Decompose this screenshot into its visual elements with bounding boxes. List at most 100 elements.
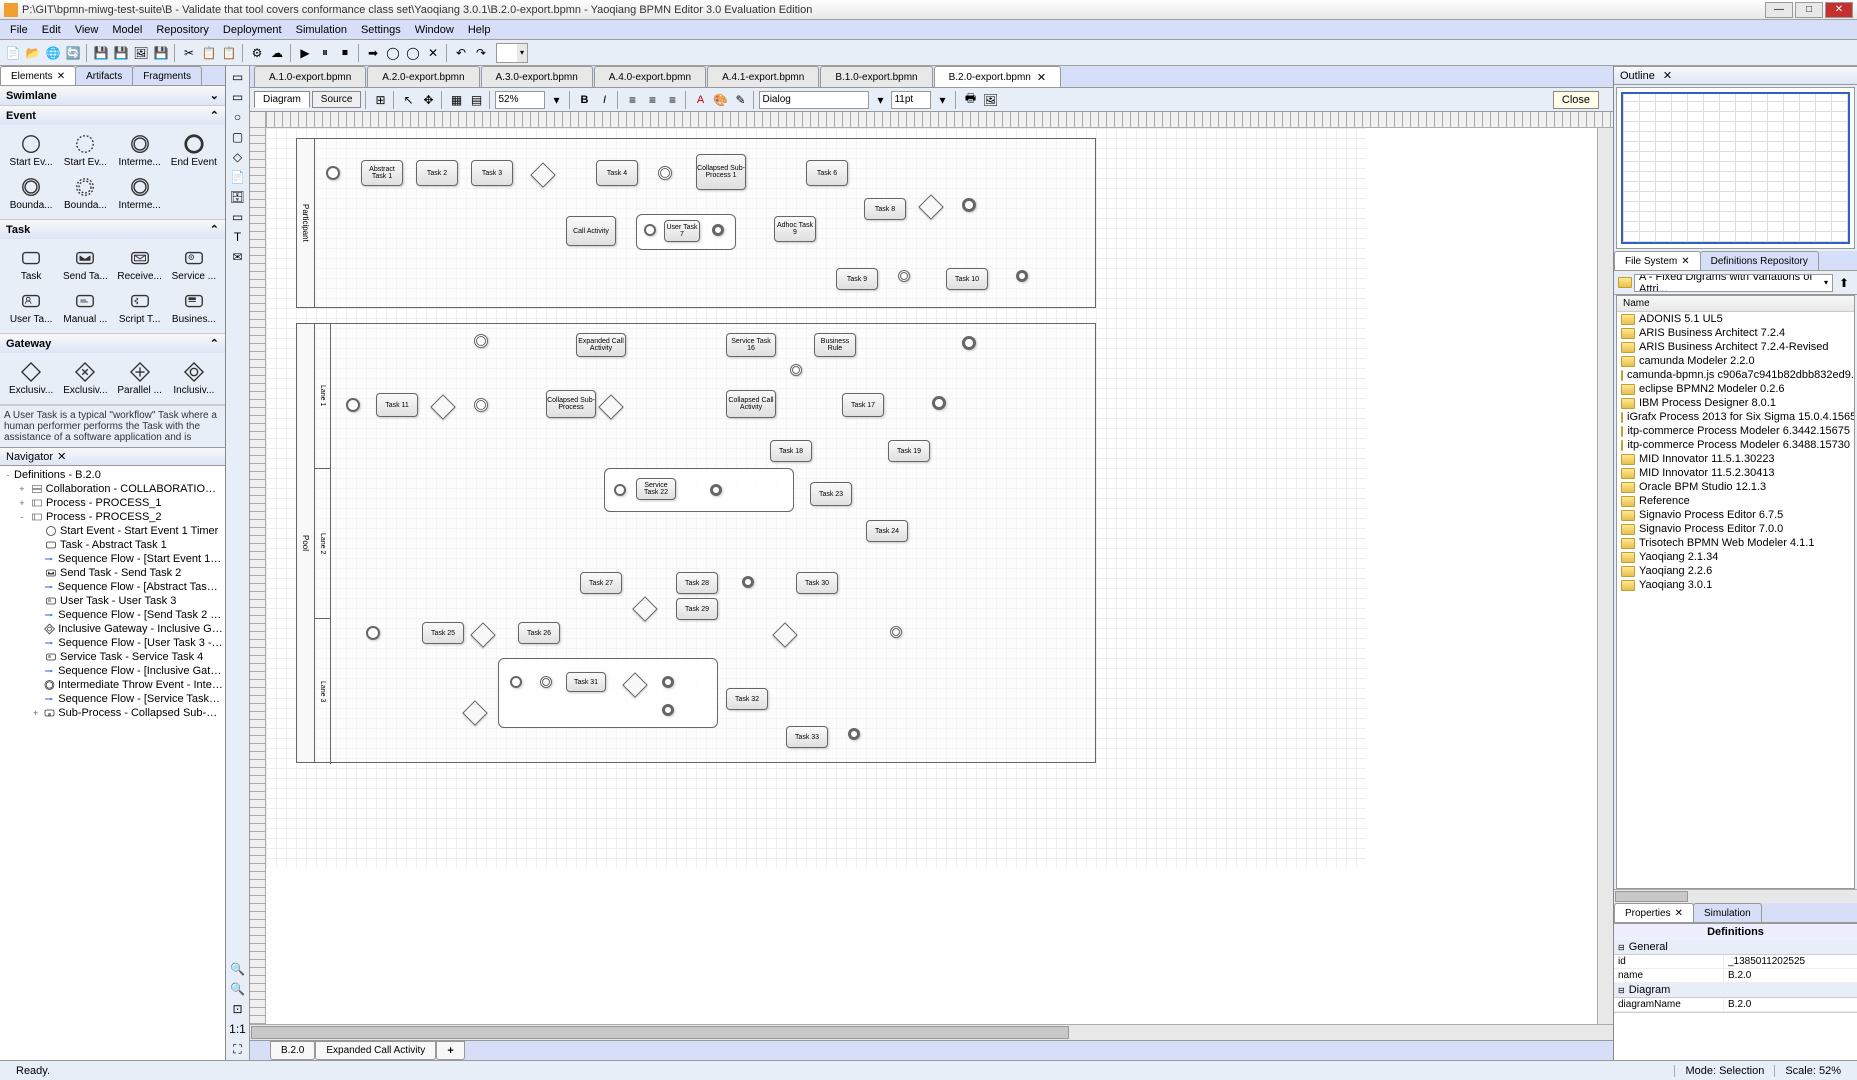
tab-close-icon[interactable]: ✕ (57, 71, 65, 82)
call-activity-node[interactable]: Collapsed Call Activity (726, 390, 776, 418)
palette-item[interactable]: Manual ... (58, 286, 112, 329)
task-node[interactable]: Task 28 (676, 572, 718, 594)
snap-icon[interactable]: ▦ (447, 91, 465, 109)
task-node[interactable]: Task 4 (596, 160, 638, 186)
close-window-button[interactable]: ✕ (1825, 2, 1853, 18)
start-event[interactable] (644, 224, 656, 236)
menu-model[interactable]: Model (106, 22, 148, 38)
tab-close-icon[interactable]: ✕ (1675, 908, 1683, 919)
token-icon[interactable]: ◯ (384, 44, 402, 62)
tree-expander[interactable]: + (16, 484, 28, 494)
tab-close-icon[interactable]: ✕ (1037, 71, 1046, 84)
vt-lane-icon[interactable]: ▭ (229, 88, 247, 106)
property-value[interactable]: B.2.0 (1724, 969, 1857, 982)
task-node[interactable]: Task 31 (566, 672, 606, 692)
task-node[interactable]: Task 9 (836, 268, 878, 290)
intermediate-event[interactable] (890, 626, 902, 638)
task-node[interactable]: Task 2 (416, 160, 458, 186)
guide-icon[interactable]: ▤ (467, 91, 485, 109)
right-tab[interactable]: File System✕ (1614, 251, 1701, 270)
folder-item[interactable]: MID Innovator 11.5.2.30413 (1617, 466, 1854, 480)
maximize-button[interactable]: □ (1795, 2, 1823, 18)
folder-item[interactable]: Signavio Process Editor 6.7.5 (1617, 508, 1854, 522)
doc-tab[interactable]: B.2.0-export.bpmn✕ (934, 66, 1061, 87)
task-node[interactable]: Adhoc Task 9 (774, 216, 816, 242)
menu-edit[interactable]: Edit (36, 22, 67, 38)
tree-node[interactable]: +Process - PROCESS_1 (2, 496, 223, 510)
palette-item[interactable]: Parallel ... (113, 357, 167, 400)
save-as-icon[interactable]: 💾 (112, 44, 130, 62)
prop-tab[interactable]: Properties✕ (1614, 903, 1694, 922)
vt-msg-icon[interactable]: ✉ (229, 248, 247, 266)
vt-zoom100-icon[interactable]: 1:1 (229, 1020, 247, 1038)
menu-deployment[interactable]: Deployment (217, 22, 288, 38)
task-node[interactable]: Task 32 (726, 688, 768, 710)
vt-task-icon[interactable]: ▢ (229, 128, 247, 146)
palette-section-event[interactable]: Event⌃ (0, 106, 225, 125)
tree-node[interactable]: Service Task - Service Task 4 (2, 650, 223, 664)
right-tab[interactable]: Definitions Repository (1700, 251, 1819, 270)
task-node[interactable]: Abstract Task 1 (361, 160, 403, 186)
task-node[interactable]: Business Rule (814, 333, 856, 357)
vt-group-icon[interactable]: ▭ (229, 208, 247, 226)
tree-node[interactable]: Send Task - Send Task 2 (2, 566, 223, 580)
menu-repository[interactable]: Repository (150, 22, 215, 38)
play-icon[interactable]: ▶ (296, 44, 314, 62)
font-combo[interactable] (759, 91, 869, 109)
zoom-dropdown-icon[interactable]: ▾ (547, 91, 565, 109)
palette-item[interactable]: Busines... (167, 286, 221, 329)
fill-color-combo[interactable]: ▾ (496, 43, 528, 63)
end-event[interactable] (848, 728, 860, 740)
palette-item[interactable]: Bounda... (58, 172, 112, 215)
palette-item[interactable]: Interme... (113, 172, 167, 215)
fontsize-dropdown-icon[interactable]: ▾ (933, 91, 951, 109)
call-activity-node[interactable]: Call Activity (566, 216, 616, 246)
diagram-canvas[interactable]: Participant Pool Lane 1 Lane 2 Lane 3 (266, 128, 1597, 1024)
property-value[interactable]: _1385011202525 (1724, 955, 1857, 968)
doc-tab[interactable]: A.4.1-export.bpmn (707, 66, 819, 87)
reload-icon[interactable]: 🔄 (64, 44, 82, 62)
align-left-icon[interactable]: ≡ (623, 91, 641, 109)
folder-item[interactable]: iGrafx Process 2013 for Six Sigma 15.0.4… (1617, 410, 1854, 424)
start-event[interactable] (510, 676, 522, 688)
export-icon[interactable]: 🖼 (981, 91, 999, 109)
task-node[interactable]: Task 27 (580, 572, 622, 594)
end-event[interactable] (932, 396, 946, 410)
tab-fragments[interactable]: Fragments (132, 66, 202, 85)
bold-icon[interactable]: B (575, 91, 593, 109)
navigator-tree[interactable]: -Definitions - B.2.0+Collaboration - COL… (0, 466, 225, 1060)
task-node[interactable]: Task 23 (810, 482, 852, 506)
menu-help[interactable]: Help (462, 22, 497, 38)
intermediate-event[interactable] (898, 270, 910, 282)
tree-node[interactable]: User Task - User Task 3 (2, 594, 223, 608)
task-node[interactable]: Service Task 16 (726, 333, 776, 357)
grid-icon[interactable]: ⊞ (371, 91, 389, 109)
menu-settings[interactable]: Settings (355, 22, 407, 38)
print-icon[interactable]: 🖶 (961, 91, 979, 109)
cut-icon[interactable]: ✂ (180, 44, 198, 62)
font-size-input[interactable] (891, 91, 931, 109)
doc-tab[interactable]: A.1.0-export.bpmn (254, 66, 366, 87)
task-node[interactable]: Task 6 (806, 160, 848, 186)
task-node[interactable]: Task 8 (864, 198, 906, 220)
tree-node[interactable]: Intermediate Throw Event - Intermed (2, 678, 223, 692)
tree-root[interactable]: -Definitions - B.2.0 (2, 468, 223, 482)
folder-item[interactable]: Oracle BPM Studio 12.1.3 (1617, 480, 1854, 494)
tab-close-icon[interactable]: ✕ (1681, 256, 1689, 267)
tab-elements[interactable]: Elements✕ (0, 66, 76, 85)
start-event[interactable] (366, 626, 380, 640)
font-dropdown-icon[interactable]: ▾ (871, 91, 889, 109)
property-row[interactable]: nameB.2.0 (1614, 969, 1857, 983)
doc-tab[interactable]: A.2.0-export.bpmn (367, 66, 479, 87)
vt-zoomfit-icon[interactable]: ⊡ (229, 1000, 247, 1018)
zoom-input[interactable] (495, 91, 545, 109)
expanded-subprocess[interactable] (604, 468, 794, 512)
lane-header[interactable]: Participant (297, 139, 315, 307)
delete-icon[interactable]: ✕ (424, 44, 442, 62)
tree-node[interactable]: -Process - PROCESS_2 (2, 510, 223, 524)
doc-tab[interactable]: A.3.0-export.bpmn (481, 66, 593, 87)
folder-item[interactable]: itp-commerce Process Modeler 6.3488.1573… (1617, 438, 1854, 452)
filesystem-list[interactable]: Name ADONIS 5.1 UL5ARIS Business Archite… (1616, 295, 1855, 889)
palette-item[interactable]: Inclusiv... (167, 357, 221, 400)
tree-expander[interactable]: + (30, 708, 41, 718)
